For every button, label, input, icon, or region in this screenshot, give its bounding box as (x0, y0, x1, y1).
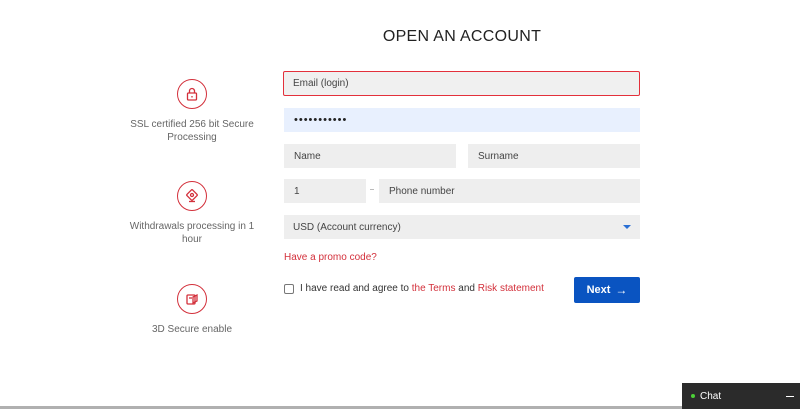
arrow-right-icon: → (615, 283, 628, 297)
agree-row: I have read and agree to the Terms and R… (284, 283, 544, 294)
feature-withdrawals-text: Withdrawals processing in 1 hour (129, 221, 255, 245)
lock-icon (177, 79, 207, 109)
phone-code-field-wrapper (284, 179, 366, 203)
chevron-down-icon (623, 225, 631, 229)
email-field[interactable] (284, 72, 639, 95)
online-status-icon (691, 394, 695, 398)
agree-text: I have read and agree to (300, 283, 412, 294)
secure-card-icon (177, 284, 207, 314)
feature-3d-secure-text: 3D Secure enable (151, 324, 233, 335)
money-withdraw-icon (177, 181, 207, 211)
agree-and-text: and (455, 283, 478, 294)
minimize-icon[interactable] (780, 395, 800, 397)
phone-number-field[interactable] (380, 180, 639, 202)
risk-statement-link[interactable]: Risk statement (478, 283, 544, 294)
phone-code-field[interactable] (285, 180, 365, 202)
terms-link[interactable]: the Terms (412, 283, 456, 294)
surname-field-wrapper (468, 144, 640, 168)
surname-field[interactable] (469, 145, 639, 167)
name-field[interactable] (285, 145, 455, 167)
phone-field-wrapper (379, 179, 640, 203)
agree-checkbox[interactable] (284, 283, 294, 294)
feature-withdrawals: Withdrawals processing in 1 hour (122, 181, 262, 246)
promo-code-link[interactable]: Have a promo code? (284, 252, 377, 263)
chat-widget[interactable]: Chat (682, 383, 800, 409)
feature-ssl: SSL certified 256 bit Secure Processing (122, 79, 262, 144)
currency-select[interactable]: USD (Account currency) (284, 215, 640, 239)
phone-separator (370, 189, 374, 190)
password-field[interactable] (285, 109, 639, 131)
chat-label: Chat (700, 390, 722, 402)
password-field-wrapper (284, 108, 640, 132)
next-button-label: Next (586, 284, 611, 296)
feature-ssl-text: SSL certified 256 bit Secure Processing (130, 119, 254, 143)
next-button[interactable]: Next → (574, 277, 640, 303)
name-field-wrapper (284, 144, 456, 168)
feature-3d-secure: 3D Secure enable (122, 284, 262, 336)
email-field-wrapper (283, 71, 640, 96)
page-title: OPEN AN ACCOUNT (382, 28, 542, 45)
currency-select-value: USD (Account currency) (293, 221, 401, 233)
